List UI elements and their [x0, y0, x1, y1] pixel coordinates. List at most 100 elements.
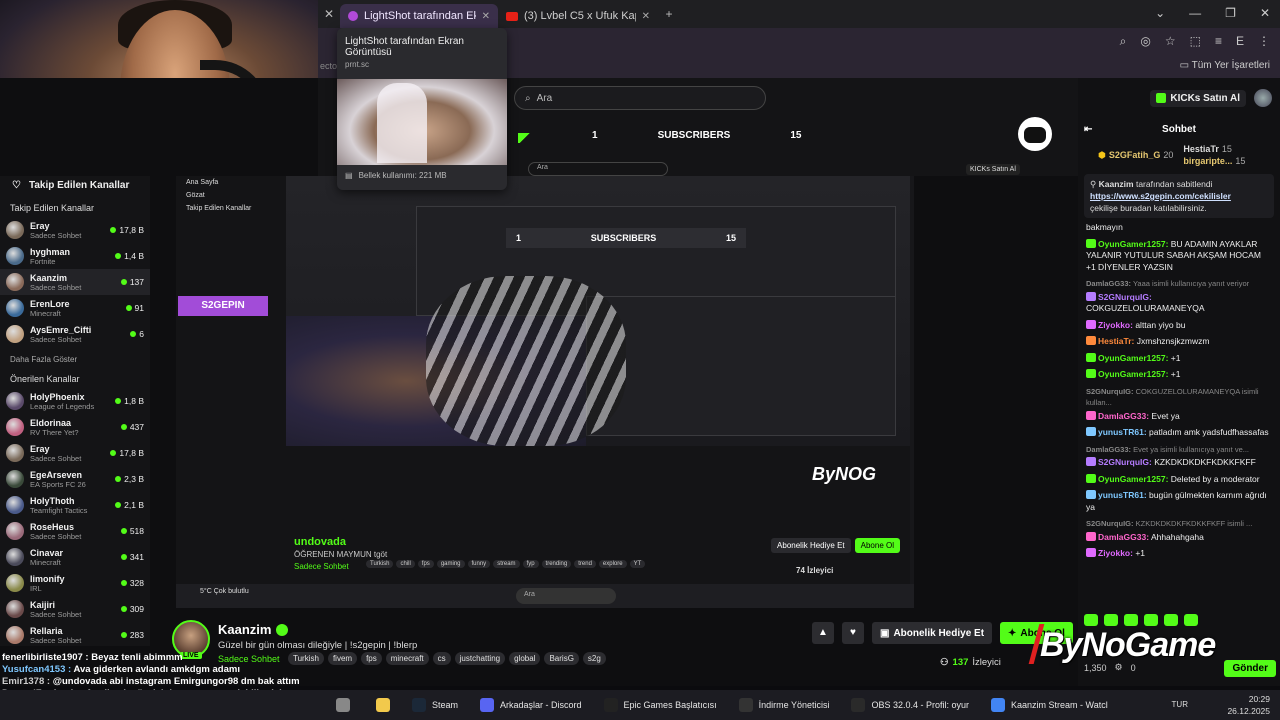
chat-username[interactable]: S2GNurquIG: [1086, 519, 1134, 528]
taskbar-app[interactable]: OBS 32.0.4 - Profil: oyur [851, 698, 969, 712]
tab-search-icon[interactable]: ✕ [318, 7, 340, 21]
chat-username[interactable]: OyunGamer1257: [1098, 369, 1168, 379]
chat-username[interactable]: DamlaGG33: [1086, 279, 1131, 288]
emote-icon[interactable] [1104, 614, 1118, 626]
gift-sub-button[interactable]: ▣ Abonelik Hediye Et [872, 622, 993, 644]
chat-username[interactable]: OyunGamer1257: [1098, 353, 1168, 363]
taskbar-app[interactable]: İndirme Yöneticisi [738, 698, 829, 712]
notification-button[interactable]: ▲ [812, 622, 834, 644]
tag[interactable]: Turkish [366, 560, 394, 568]
sidebar-item-holythoth[interactable]: HolyThoth Teamfight Tactics 2,1 B [0, 492, 150, 518]
tag[interactable]: funny [467, 560, 491, 568]
chat-username[interactable]: Ziyokko: [1098, 548, 1133, 558]
emote-icon[interactable] [1164, 614, 1178, 626]
emote-icon[interactable] [1084, 614, 1098, 626]
tag[interactable]: minecraft [385, 652, 429, 665]
tag[interactable]: YT [629, 560, 646, 568]
tag[interactable]: s2g [582, 652, 606, 665]
sidebar-item-eray[interactable]: Eray Sadece Sohbet 17,8 B [0, 440, 150, 466]
file-icon[interactable] [336, 698, 350, 712]
follow-heart-button[interactable]: ♥ [842, 622, 864, 644]
chat-username[interactable]: S2GNurquIG: [1098, 292, 1152, 302]
keyboard-language[interactable]: TUR [1172, 700, 1188, 709]
tag[interactable]: BarisG [544, 652, 579, 665]
profile-icon[interactable]: E [1236, 34, 1244, 49]
tag[interactable]: fivem [327, 652, 358, 665]
taskbar-app[interactable]: Steam [412, 698, 458, 712]
chat-username[interactable]: DamlaGG33: [1098, 411, 1149, 421]
show-more-link[interactable]: Daha Fazla Göster [0, 347, 150, 366]
tab-youtube[interactable]: (3) Lvbel C5 x Ufuk Kaplan - A ✕ [498, 4, 658, 28]
maximize-icon[interactable]: ❐ [1225, 6, 1236, 20]
tag[interactable]: explore [598, 560, 627, 568]
system-clock[interactable]: 20:29 26.12.2025 [1227, 693, 1270, 717]
playlist-icon[interactable]: ≡ [1215, 34, 1222, 49]
sidebar-item-holyphoenix[interactable]: HolyPhoenix League of Legends 1,8 B [0, 388, 150, 414]
tab-close-icon[interactable]: ✕ [482, 11, 490, 22]
chat-username[interactable]: S2GNurquIG: [1098, 457, 1152, 467]
pinned-link[interactable]: https://www.s2gepin.com/cekilisler [1090, 190, 1268, 202]
menu-icon[interactable]: ⋮ [1258, 34, 1270, 49]
tag[interactable]: global [509, 652, 541, 665]
sidebar-item-aysemre_cifti[interactable]: AysEmre_Cifti Sadece Sohbet 6 [0, 321, 150, 347]
channel-name[interactable]: Kaanzim [218, 622, 289, 637]
chat-username[interactable]: yunusTR61: [1098, 427, 1147, 437]
folder-icon[interactable] [376, 698, 390, 712]
chat-username[interactable]: OyunGamer1257: [1098, 474, 1168, 484]
tag[interactable]: trending [541, 560, 572, 568]
star-icon[interactable]: ☆ [1165, 34, 1176, 49]
chat-username[interactable]: yunusTR61: [1098, 490, 1147, 500]
sidebar-item-kaanzim[interactable]: Kaanzim Sadece Sohbet 137 [0, 269, 150, 295]
sidebar-item-egearseven[interactable]: EgeArseven EA Sports FC 26 2,3 B [0, 466, 150, 492]
sidebar-followed-header[interactable]: ♡ Takip Edilen Kanallar [0, 176, 150, 195]
tag[interactable]: gaming [436, 560, 465, 568]
sidebar-item-rellaria[interactable]: Rellaria Sadece Sohbet 283 [0, 622, 150, 648]
close-window-icon[interactable]: ✕ [1260, 6, 1270, 20]
tab-list-icon[interactable]: ⌄ [1155, 6, 1165, 20]
extensions-icon[interactable]: ⬚ [1190, 34, 1201, 49]
hide-icon[interactable]: ◎ [1140, 34, 1150, 49]
tag[interactable]: fps [417, 560, 434, 568]
search-input[interactable]: ⌕ Ara [514, 86, 766, 110]
sidebar-item-kaijiri[interactable]: Kaijiri Sadece Sohbet 309 [0, 596, 150, 622]
sidebar-item-eray[interactable]: Eray Sadece Sohbet 17,8 B [0, 217, 150, 243]
all-bookmarks[interactable]: ▭ Tüm Yer İşaretleri [1180, 60, 1270, 71]
sidebar-item-text: Eray Sadece Sohbet [30, 444, 104, 463]
stream-video[interactable]: Ana Sayfa Gözat Takip Edilen Kanallar S2… [176, 176, 914, 608]
tab-lightshot[interactable]: LightShot tarafından Ekran Görü ✕ [340, 4, 498, 28]
user-avatar[interactable] [1254, 89, 1272, 107]
tag[interactable]: fps [361, 652, 382, 665]
zoom-icon[interactable]: ⌕ [1120, 34, 1127, 49]
taskbar-app[interactable]: Arkadaşlar - Discord [480, 698, 582, 712]
sidebar-item-cinavar[interactable]: Cinavar Minecraft 341 [0, 544, 150, 570]
taskbar-app[interactable]: Epic Games Başlatıcısı [603, 698, 717, 712]
bookmark-left[interactable]: ecto [320, 61, 337, 71]
tag[interactable]: chill [396, 560, 415, 568]
chat-username[interactable]: Ziyokko: [1098, 320, 1133, 330]
chat-username[interactable]: HestiaTr: [1098, 336, 1134, 346]
tag[interactable]: fyp [522, 560, 539, 568]
tag[interactable]: cs [432, 652, 451, 665]
sidebar-item-limonify[interactable]: limonify IRL 328 [0, 570, 150, 596]
emote-icon[interactable] [1184, 614, 1198, 626]
chat-username[interactable]: DamlaGG33: [1086, 445, 1131, 454]
sidebar-item-hyghman[interactable]: hyghman Fortnite 1,4 B [0, 243, 150, 269]
minimize-icon[interactable]: — [1189, 6, 1201, 20]
tab-close-icon[interactable]: ✕ [642, 11, 650, 22]
chat-username[interactable]: OyunGamer1257: [1098, 239, 1168, 249]
tag[interactable]: justchatting [454, 652, 506, 665]
send-button[interactable]: Gönder [1224, 660, 1276, 677]
chat-username[interactable]: S2GNurquIG: [1086, 387, 1134, 396]
taskbar-app[interactable]: Kaanzim Stream - Watcl [991, 698, 1108, 712]
channel-avatar [6, 496, 24, 514]
sidebar-item-erenlore[interactable]: ErenLore Minecraft 91 [0, 295, 150, 321]
buy-kicks-button[interactable]: KICKs Satın Al [1150, 89, 1246, 107]
sidebar-item-roseheus[interactable]: RoseHeus Sadece Sohbet 518 [0, 518, 150, 544]
new-tab-button[interactable]: + [658, 7, 680, 21]
sidebar-item-eldorinaa[interactable]: Eldorinaa RV There Yet? 437 [0, 414, 150, 440]
tag[interactable]: stream [493, 560, 520, 568]
chat-username[interactable]: DamlaGG33: [1098, 532, 1149, 542]
emote-icon[interactable] [1144, 614, 1158, 626]
tag[interactable]: trend [574, 560, 596, 568]
emote-icon[interactable] [1124, 614, 1138, 626]
